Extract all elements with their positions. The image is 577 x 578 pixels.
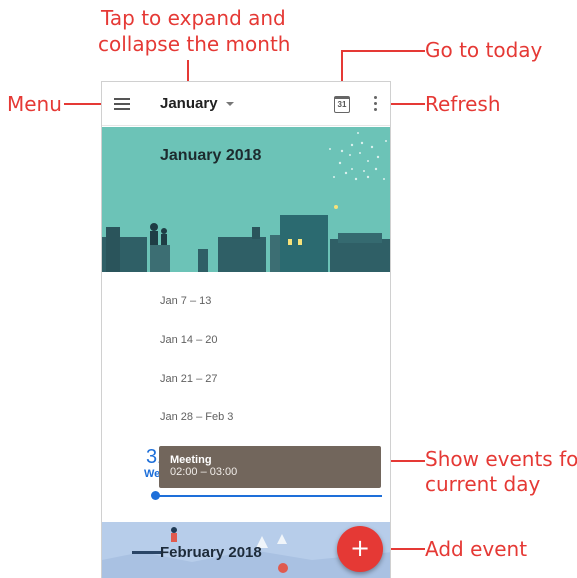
callout-show-events-line1: Show events for bbox=[425, 447, 577, 471]
february-title: February 2018 bbox=[160, 544, 262, 561]
current-time-indicator bbox=[155, 495, 382, 497]
callout-show-events-line2: current day bbox=[425, 472, 541, 496]
add-event-button[interactable]: + bbox=[337, 526, 383, 572]
menu-icon[interactable] bbox=[114, 98, 130, 110]
week-row[interactable]: Jan 21 – 27 bbox=[160, 373, 218, 385]
more-vert-icon[interactable] bbox=[374, 96, 378, 112]
people-silhouette-icon bbox=[150, 223, 167, 245]
city-skyline-icon bbox=[102, 215, 390, 272]
week-row[interactable]: Jan 28 – Feb 3 bbox=[160, 411, 233, 423]
callout-refresh: Refresh bbox=[425, 92, 501, 116]
calendar-today-icon[interactable]: 31 bbox=[334, 96, 350, 113]
fireworks-icon bbox=[329, 132, 387, 181]
current-time-dot bbox=[151, 491, 160, 500]
week-row[interactable]: Jan 7 – 13 bbox=[160, 295, 211, 307]
january-title: January 2018 bbox=[160, 147, 262, 164]
month-selector[interactable]: January bbox=[160, 95, 218, 112]
callout-go-to-today: Go to today bbox=[425, 38, 543, 62]
event-card-meeting[interactable]: Meeting 02:00 – 03:00 bbox=[159, 446, 381, 488]
event-title: Meeting bbox=[170, 454, 212, 466]
event-time: 02:00 – 03:00 bbox=[170, 466, 238, 478]
callout-go-to-today-h bbox=[341, 50, 425, 52]
app-bar: January 31 bbox=[102, 82, 390, 126]
dropdown-caret-icon[interactable] bbox=[226, 102, 234, 106]
callout-add-event: Add event bbox=[425, 537, 528, 561]
callout-menu: Menu bbox=[7, 92, 62, 116]
callout-tap-expand-line2: collapse the month bbox=[98, 32, 291, 56]
january-banner: January 2018 bbox=[102, 127, 390, 272]
week-row[interactable]: Jan 14 – 20 bbox=[160, 334, 218, 346]
callout-tap-expand-line1: Tap to expand and bbox=[101, 6, 286, 30]
phone-screen: January 31 January 2018 Jan 7 – 13 Jan 1… bbox=[101, 81, 391, 578]
